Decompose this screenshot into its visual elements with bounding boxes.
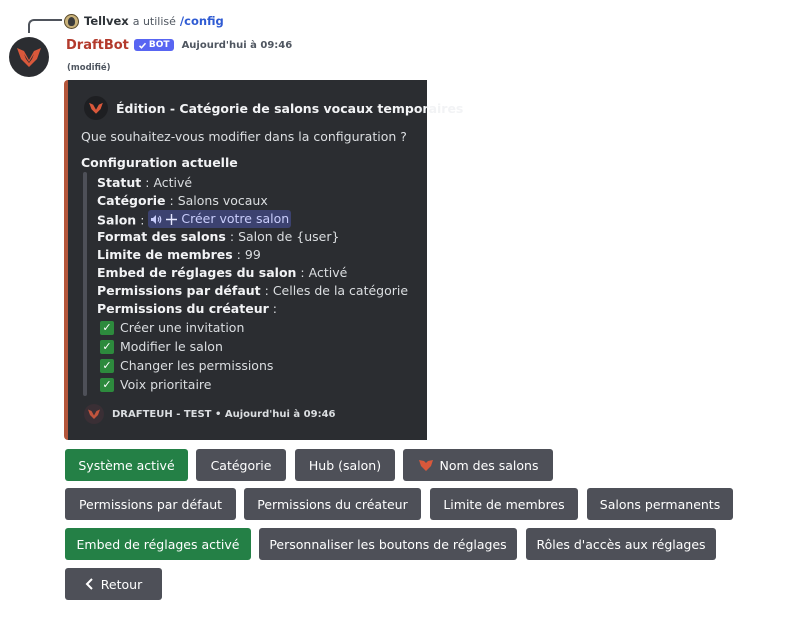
reply-verb: a utilisé <box>132 14 176 28</box>
message-timestamp[interactable]: Aujourd'hui à 09:46 <box>182 40 293 51</box>
field-categorie: Catégorie : Salons vocaux <box>97 193 268 208</box>
button-label: Nom des salons <box>439 457 539 473</box>
default-permissions-button[interactable]: Permissions par défaut <box>65 488 236 520</box>
checkmark-icon: ✓ <box>100 339 114 354</box>
member-limit-button[interactable]: Limite de membres <box>430 488 578 520</box>
permission-label: Modifier le salon <box>120 339 223 354</box>
field-value: Celles de la catégorie <box>272 283 409 298</box>
field-permissions-defaut: Permissions par défaut : Celles de la ca… <box>97 283 409 298</box>
plus-icon <box>166 213 178 225</box>
settings-embed-enabled-button[interactable]: Embed de réglages activé <box>65 528 251 560</box>
permission-item: ✓ Modifier le salon <box>97 337 408 356</box>
server-icon <box>84 404 104 424</box>
config-section-title: Configuration actuelle <box>81 155 238 170</box>
speaker-icon <box>151 214 162 224</box>
button-label: Hub (salon) <box>308 457 382 473</box>
permanent-channels-button[interactable]: Salons permanents <box>587 488 733 520</box>
category-button[interactable]: Catégorie <box>196 449 286 481</box>
author-name[interactable]: DraftBot <box>66 38 129 53</box>
edited-marker: (modifié) <box>67 63 111 73</box>
channel-names-button[interactable]: Nom des salons <box>403 449 553 481</box>
field-value: Salon de {user} <box>238 229 340 244</box>
field-value: Salons vocaux <box>177 193 268 208</box>
button-label: Retour <box>100 576 143 592</box>
heart-shield-icon <box>418 459 434 472</box>
back-button[interactable]: Retour <box>65 568 162 600</box>
embed-description: Que souhaitez-vous modifier dans la conf… <box>81 129 407 144</box>
hub-channel-button[interactable]: Hub (salon) <box>295 449 395 481</box>
embed-footer: DRAFTEUH - TEST • Aujourd'hui à 09:46 <box>84 404 336 424</box>
field-embed-reglages: Embed de réglages du salon : Activé <box>97 265 348 280</box>
field-salon: Salon : Créer votre salon <box>97 210 292 228</box>
embed-title: Édition - Catégorie de salons vocaux tem… <box>116 100 464 116</box>
button-label: Embed de réglages activé <box>76 536 240 552</box>
field-label: Limite de membres <box>97 247 233 262</box>
field-label: Permissions du créateur <box>97 301 269 316</box>
button-label: Permissions du créateur <box>257 496 408 512</box>
button-label: Permissions par défaut <box>78 496 223 512</box>
checkmark-icon: ✓ <box>100 320 114 335</box>
embed-author-icon <box>84 96 108 120</box>
field-statut: Statut : Activé <box>97 175 193 190</box>
field-label: Permissions par défaut <box>97 283 261 298</box>
permission-item: ✓ Voix prioritaire <box>97 375 408 394</box>
bot-avatar[interactable] <box>9 37 49 77</box>
field-label: Embed de réglages du salon <box>97 265 297 280</box>
channel-mention-label: Créer votre salon <box>181 211 290 226</box>
heart-shield-icon <box>418 459 433 471</box>
bot-tag-label: BOT <box>148 40 170 50</box>
reply-command[interactable]: /config <box>180 14 224 28</box>
chevron-left-icon <box>85 578 95 590</box>
embed-title-row: Édition - Catégorie de salons vocaux tem… <box>84 96 463 120</box>
bot-tag: BOT <box>133 39 174 51</box>
field-label: Salon <box>97 212 137 228</box>
permission-label: Voix prioritaire <box>120 377 212 392</box>
config-embed: Édition - Catégorie de salons vocaux tem… <box>64 80 463 440</box>
checkmark-icon: ✓ <box>100 377 114 392</box>
draftbot-logo-icon <box>89 102 103 114</box>
field-label: Catégorie <box>97 193 166 208</box>
channel-mention[interactable]: Créer votre salon <box>148 210 292 228</box>
button-label: Catégorie <box>210 457 272 473</box>
field-permissions-createur: Permissions du créateur : <box>97 301 277 316</box>
settings-access-roles-button[interactable]: Rôles d'accès aux réglages <box>526 528 716 560</box>
checkmark-icon: ✓ <box>100 358 114 373</box>
field-value: Activé <box>308 265 348 280</box>
verified-check-icon <box>138 42 146 49</box>
permission-item: ✓ Changer les permissions <box>97 356 408 375</box>
permission-label: Créer une invitation <box>120 320 245 335</box>
chevron-left-icon <box>85 578 93 590</box>
permission-item: ✓ Créer une invitation <box>97 318 408 337</box>
message-header: DraftBot BOT Aujourd'hui à 09:46 <box>66 36 292 54</box>
button-label: Personnaliser les boutons de réglages <box>269 536 507 552</box>
field-value: 99 <box>244 247 261 262</box>
button-label: Limite de membres <box>443 496 565 512</box>
blockquote-bar <box>83 172 87 396</box>
creator-permissions-button[interactable]: Permissions du créateur <box>244 488 421 520</box>
reply-connector <box>28 19 62 33</box>
replied-user-avatar[interactable] <box>64 13 79 29</box>
field-label: Statut <box>97 175 142 190</box>
draftbot-logo-icon <box>17 48 41 67</box>
field-format: Format des salons : Salon de {user} <box>97 229 340 244</box>
button-label: Système activé <box>78 457 175 473</box>
customize-settings-buttons-button[interactable]: Personnaliser les boutons de réglages <box>259 528 517 560</box>
button-label: Salons permanents <box>599 496 721 512</box>
footer-text: DRAFTEUH - TEST • Aujourd'hui à 09:46 <box>112 408 336 420</box>
reply-header: Tellvex a utilisé /config <box>64 12 224 30</box>
field-limite: Limite de membres : 99 <box>97 247 261 262</box>
permission-label: Changer les permissions <box>120 358 274 373</box>
button-label: Rôles d'accès aux réglages <box>536 536 706 552</box>
field-value: Activé <box>153 175 193 190</box>
config-fields: Statut : Activé Catégorie : Salons vocau… <box>97 174 408 394</box>
system-enabled-button[interactable]: Système activé <box>65 449 188 481</box>
replied-username[interactable]: Tellvex <box>84 14 129 28</box>
draftbot-logo-icon <box>88 409 100 419</box>
field-label: Format des salons <box>97 229 226 244</box>
